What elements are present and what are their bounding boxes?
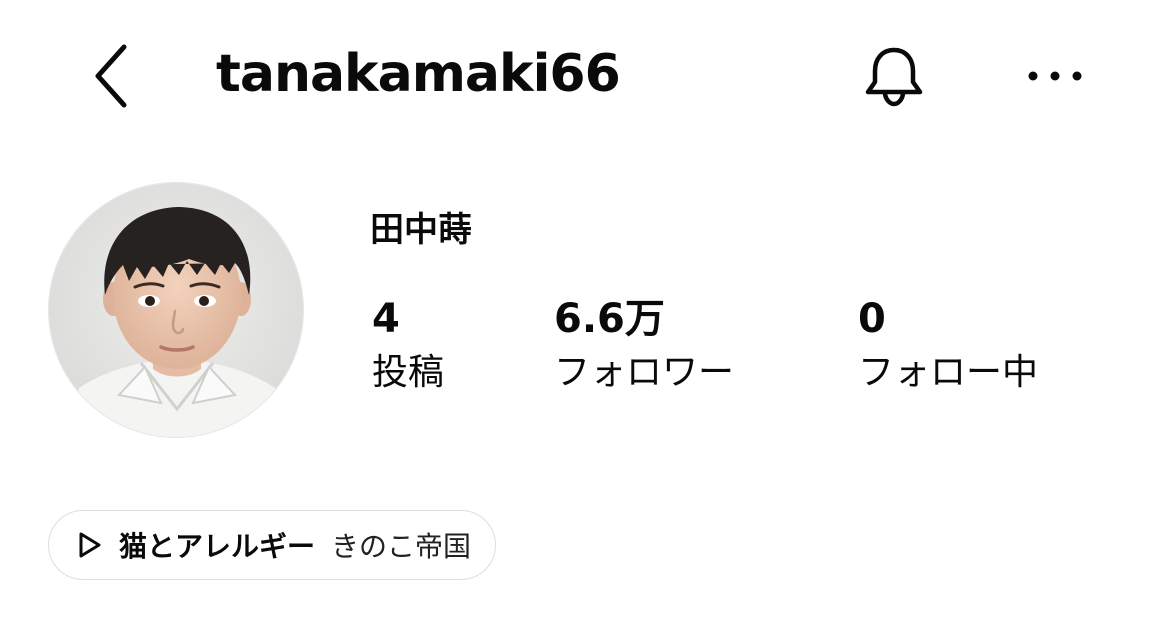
- notifications-button[interactable]: [858, 40, 930, 112]
- profile-display-name: 田中蒔: [370, 210, 472, 250]
- music-artist: きのこ帝国: [331, 530, 472, 563]
- following-count: 0: [858, 296, 886, 342]
- followers-label: フォロワー: [554, 352, 735, 393]
- more-options-button[interactable]: [1022, 48, 1088, 104]
- following-stat[interactable]: 0 フォロー中: [858, 294, 1038, 398]
- posts-count: 4: [372, 296, 400, 342]
- play-icon: [75, 530, 103, 560]
- profile-avatar[interactable]: [48, 182, 304, 438]
- followers-count: 6.6万: [554, 296, 665, 342]
- followers-stat[interactable]: 6.6万 フォロワー: [554, 294, 734, 398]
- following-label: フォロー中: [858, 352, 1039, 393]
- bell-icon: [865, 47, 923, 107]
- music-title: 猫とアレルギー: [119, 530, 316, 563]
- chevron-left-icon: [95, 44, 127, 108]
- back-button[interactable]: [80, 40, 144, 112]
- posts-label: 投稿: [372, 352, 445, 393]
- profile-music-pill[interactable]: 猫とアレルギー きのこ帝国: [48, 510, 497, 580]
- profile-username: tanakamaki66: [216, 44, 621, 104]
- posts-stat[interactable]: 4 投稿: [372, 294, 444, 398]
- more-horizontal-icon: [1028, 71, 1082, 81]
- top-nav-bar: tanakamaki66: [0, 0, 1170, 150]
